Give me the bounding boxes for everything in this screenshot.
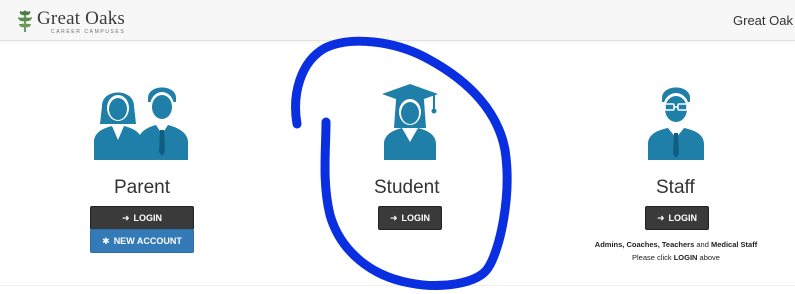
parent-login-button[interactable]: ➜ LOGIN	[90, 206, 194, 230]
login-icon: ➜	[656, 213, 665, 223]
logo-title: Great Oaks	[37, 8, 125, 29]
student-avatar-icon	[382, 84, 438, 160]
staff-avatar-icon	[648, 87, 704, 160]
staff-note-and: and	[694, 240, 711, 249]
staff-note-bold2: Medical Staff	[710, 240, 758, 249]
parent-login-label: LOGIN	[133, 213, 163, 223]
parent-avatar-icon	[94, 87, 188, 160]
staff-note-bold1: Admins, Coaches, Teachers	[594, 240, 695, 249]
staff-note2-bold: LOGIN	[673, 253, 698, 262]
bottom-divider	[0, 285, 795, 286]
parent-new-account-button[interactable]: ✱ NEW ACCOUNT	[90, 229, 194, 253]
staff-label: Staff	[656, 177, 695, 198]
oak-leaf-icon	[18, 10, 32, 32]
student-login-label: LOGIN	[401, 213, 431, 223]
asterisk-icon: ✱	[102, 236, 110, 246]
staff-note-line1: Admins, Coaches, Teachers and Medical St…	[588, 240, 764, 249]
staff-login-label: LOGIN	[668, 213, 698, 223]
staff-login-button[interactable]: ➜ LOGIN	[645, 206, 709, 230]
parent-new-account-label: NEW ACCOUNT	[113, 236, 182, 246]
login-icon: ➜	[389, 213, 398, 223]
staff-note2-suffix: above	[697, 253, 720, 262]
staff-note-line2: Please click LOGIN above	[588, 253, 764, 262]
great-oaks-logo[interactable]: Great Oaks CAREER CAMPUSES	[16, 8, 146, 36]
parent-label: Parent	[114, 177, 170, 198]
student-label: Student	[374, 177, 440, 198]
login-icon: ➜	[121, 213, 130, 223]
logo-subtitle: CAREER CAMPUSES	[51, 29, 126, 35]
header-school-link[interactable]: Great Oak	[733, 13, 793, 28]
top-header: Great Oaks CAREER CAMPUSES Great Oak	[0, 0, 795, 41]
staff-note2-prefix: Please click	[632, 253, 674, 262]
student-login-button[interactable]: ➜ LOGIN	[378, 206, 442, 230]
